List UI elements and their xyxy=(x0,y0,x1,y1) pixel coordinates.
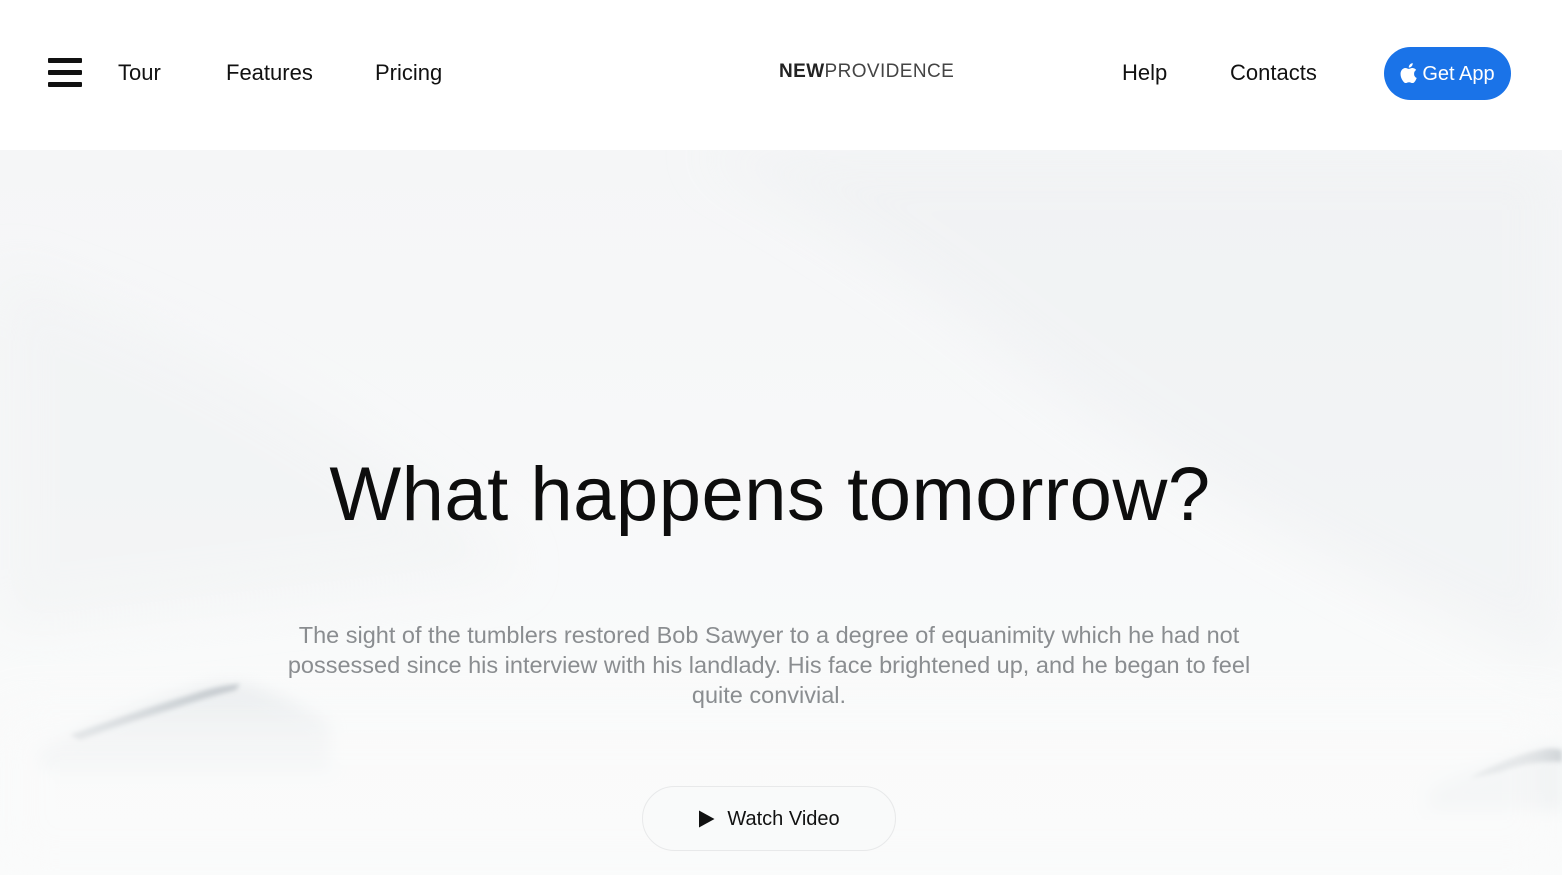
logo-bold-text: NEW xyxy=(779,61,825,82)
hero-section: What happens tomorrow? The sight of the … xyxy=(0,150,1562,875)
logo-light-text: PROVIDENCE xyxy=(824,61,955,82)
nav-link-tour[interactable]: Tour xyxy=(118,58,161,88)
site-logo[interactable]: NEWPROVIDENCE xyxy=(779,60,954,84)
apple-icon xyxy=(1400,62,1418,83)
nav-link-help[interactable]: Help xyxy=(1122,58,1167,88)
hamburger-menu-icon[interactable] xyxy=(48,57,82,89)
nav-link-pricing[interactable]: Pricing xyxy=(375,58,442,88)
get-app-button[interactable]: Get App xyxy=(1384,47,1511,100)
nav-link-contacts[interactable]: Contacts xyxy=(1230,58,1317,88)
hero-description: The sight of the tumblers restored Bob S… xyxy=(287,622,1251,708)
play-icon xyxy=(699,810,715,827)
get-app-label: Get App xyxy=(1422,62,1495,85)
watch-video-label: Watch Video xyxy=(727,807,840,830)
nav-link-features[interactable]: Features xyxy=(226,58,313,88)
hero-title: What happens tomorrow? xyxy=(329,452,1211,537)
watch-video-button[interactable]: Watch Video xyxy=(642,786,896,851)
site-header: Tour Features Pricing NEWPROVIDENCE Help… xyxy=(0,0,1562,150)
